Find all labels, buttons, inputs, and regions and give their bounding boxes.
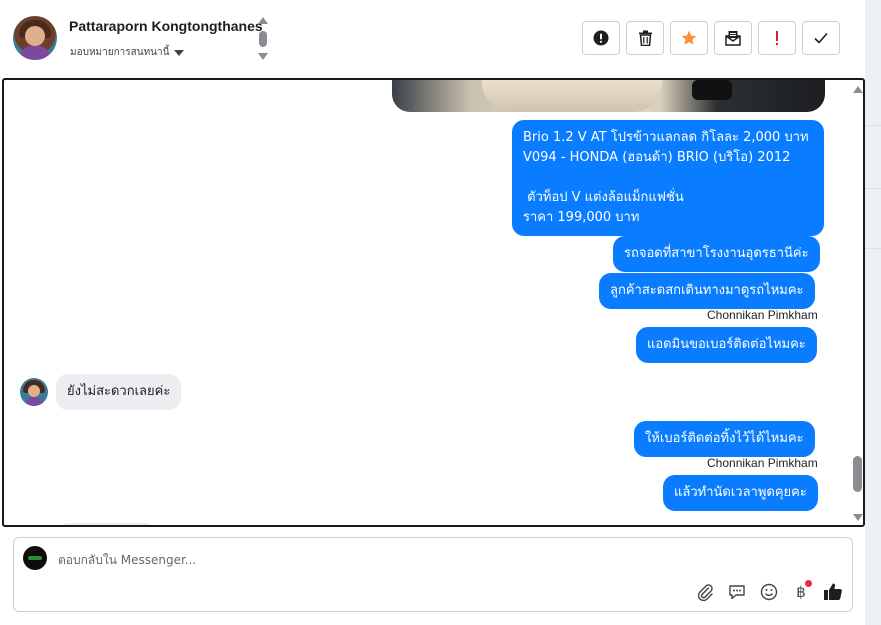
envelope-icon [725, 31, 741, 46]
message-bubble-outgoing[interactable]: แอดมินขอเบอร์ติดต่อไหมคะ [636, 327, 817, 363]
assign-conversation-dropdown[interactable]: มอบหมายการสนทนานี้ [70, 45, 185, 60]
assign-label: มอบหมายการสนทนานี้ [70, 47, 170, 58]
contact-avatar-small[interactable] [20, 378, 48, 406]
payment-button[interactable]: ฿ [790, 580, 812, 603]
header-scrollbar[interactable] [257, 15, 269, 63]
conversation-header: Pattaraporn Kongtongthanes มอบหมายการสนท… [0, 0, 865, 78]
scroll-down-arrow-icon[interactable] [853, 514, 863, 521]
sender-name: Chonnikan Pimkham [707, 308, 818, 322]
scroll-down-arrow-icon[interactable] [258, 53, 268, 60]
scroll-thumb[interactable] [853, 456, 862, 492]
mark-done-button[interactable] [802, 21, 840, 55]
star-button[interactable] [670, 21, 708, 55]
message-bubble-outgoing[interactable]: Brio 1.2 V AT โปรข้าวแลกลด กิโลละ 2,000 … [512, 120, 824, 236]
important-button[interactable] [758, 21, 796, 55]
reply-composer: ฿ [13, 537, 853, 612]
message-bubble-incoming[interactable]: ยังไม่สะดวกเลยค่ะ [56, 374, 182, 410]
caret-down-icon [174, 49, 185, 56]
like-button[interactable] [822, 581, 844, 603]
notification-dot [805, 580, 812, 587]
reply-input[interactable] [58, 551, 658, 569]
chat-bubble-icon [729, 585, 745, 600]
message-bubble-outgoing[interactable]: แล้วทำนัดเวลาพูดคุยคะ [663, 475, 818, 511]
exclamation-circle-icon [593, 30, 609, 46]
paperclip-icon [697, 584, 713, 601]
composer-actions: ฿ [694, 580, 844, 603]
attached-car-photo[interactable] [392, 80, 825, 112]
scroll-up-arrow-icon[interactable] [258, 17, 268, 24]
message-bubble-outgoing[interactable]: ลูกค้าสะดสกเดินทางมาดูรถไหมคะ [599, 273, 815, 309]
thumbs-up-icon [824, 583, 842, 600]
spam-button[interactable] [582, 21, 620, 55]
scroll-thumb[interactable] [259, 31, 267, 47]
emoji-button[interactable] [758, 581, 780, 603]
delete-button[interactable] [626, 21, 664, 55]
message-bubble-outgoing[interactable]: รถจอดที่สาขาโรงงานอุดรธานีค่ะ [613, 236, 820, 272]
conversation-toolbar [582, 21, 840, 55]
contact-avatar[interactable] [13, 16, 57, 60]
check-icon [814, 32, 828, 44]
smiley-icon [760, 583, 778, 601]
attach-button[interactable] [694, 581, 716, 603]
exclamation-icon [776, 31, 778, 45]
message-bubble-partial [62, 523, 152, 525]
sender-name: Chonnikan Pimkham [707, 456, 818, 470]
right-panel-edge [865, 0, 881, 625]
conversation-panel: Pattaraporn Kongtongthanes มอบหมายการสนท… [0, 0, 865, 625]
scroll-up-arrow-icon[interactable] [853, 86, 863, 93]
message-bubble-outgoing[interactable]: ให้เบอร์ติดต่อทิ้งไว้ได้ไหมคะ [634, 421, 815, 457]
thread-scrollbar[interactable] [850, 80, 863, 525]
star-icon [681, 30, 697, 45]
contact-name[interactable]: Pattaraporn Kongtongthanes [69, 18, 263, 34]
saved-replies-button[interactable] [726, 581, 748, 603]
baht-icon: ฿ [796, 583, 806, 601]
inbox-page: Pattaraporn Kongtongthanes มอบหมายการสนท… [0, 0, 881, 625]
page-avatar [23, 546, 47, 570]
trash-icon [638, 30, 652, 46]
message-thread[interactable]: Brio 1.2 V AT โปรข้าวแลกลด กิโลละ 2,000 … [2, 78, 865, 527]
mark-unread-button[interactable] [714, 21, 752, 55]
